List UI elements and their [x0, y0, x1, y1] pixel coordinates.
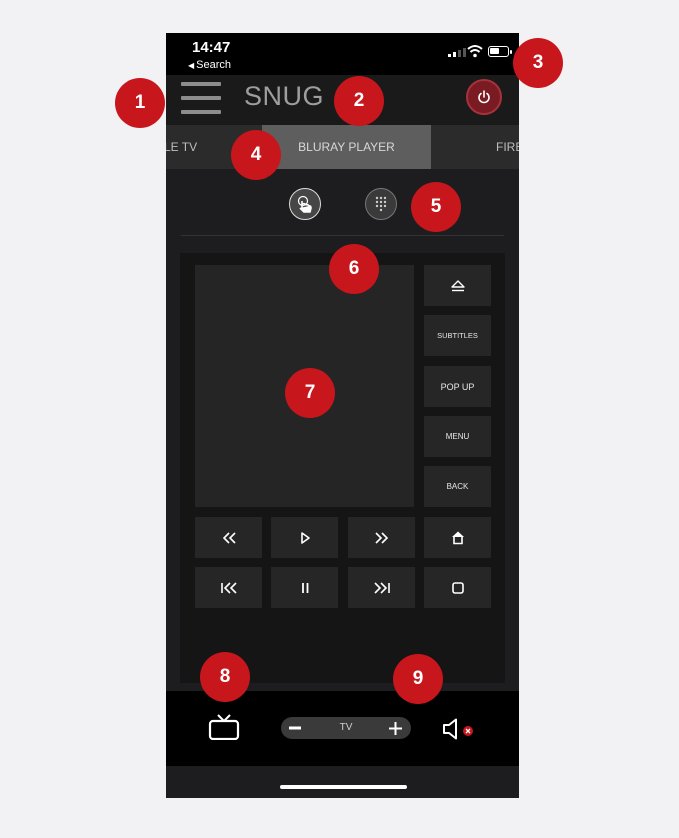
- rewind-icon: [222, 531, 236, 544]
- callout-badge: 4: [231, 130, 281, 180]
- tv-icon[interactable]: [208, 714, 240, 740]
- minus-icon: [289, 726, 301, 730]
- stop-button[interactable]: [424, 567, 491, 608]
- back-arrow-icon: ◀: [188, 61, 195, 70]
- volume-down-button[interactable]: [287, 717, 303, 739]
- plus-icon: [388, 721, 402, 735]
- tab-next-device[interactable]: FIRE: [496, 125, 519, 169]
- menu-button[interactable]: MENU: [424, 416, 491, 457]
- back-search-label: Search: [196, 59, 232, 71]
- touch-icon: [297, 195, 312, 213]
- skip-back-button[interactable]: [195, 567, 262, 608]
- home-indicator-area: [166, 766, 519, 798]
- callout-badge: 3: [513, 38, 563, 88]
- volume-control: TV: [281, 717, 411, 739]
- callout-badge: 7: [285, 368, 335, 418]
- keypad-mode-button[interactable]: [365, 188, 397, 220]
- play-icon: [300, 531, 310, 544]
- callout-badge: 9: [393, 654, 443, 704]
- fast-forward-icon: [374, 531, 388, 544]
- skip-back-icon: [220, 581, 237, 594]
- back-label: BACK: [446, 482, 469, 491]
- eject-button[interactable]: [424, 265, 491, 306]
- callout-badge: 6: [329, 244, 379, 294]
- back-button[interactable]: BACK: [424, 466, 491, 507]
- wifi-icon: [467, 45, 483, 58]
- status-bar: 14:47 ◀ Search: [166, 33, 519, 75]
- home-button[interactable]: [424, 517, 491, 558]
- tab-previous-device[interactable]: LE TV: [166, 125, 197, 169]
- callout-badge: 8: [200, 652, 250, 702]
- subtitles-button[interactable]: SUBTITLES: [424, 315, 491, 356]
- back-to-search-link[interactable]: ◀ Search: [188, 59, 231, 71]
- hamburger-icon[interactable]: [181, 82, 221, 114]
- touchpad-mode-button[interactable]: [289, 188, 321, 220]
- pop-up-button[interactable]: POP UP: [424, 366, 491, 407]
- menu-label: MENU: [445, 432, 470, 441]
- battery-icon: [488, 46, 512, 57]
- room-title: SNUG: [244, 81, 325, 111]
- fast-forward-button[interactable]: [348, 517, 415, 558]
- status-time: 14:47: [192, 39, 231, 56]
- pause-button[interactable]: [271, 567, 338, 608]
- home-indicator[interactable]: [280, 785, 407, 789]
- home-icon: [451, 531, 464, 545]
- rewind-button[interactable]: [195, 517, 262, 558]
- pop-up-label: POP UP: [440, 381, 475, 392]
- power-button[interactable]: [466, 79, 502, 115]
- eject-icon: [450, 279, 465, 291]
- bottom-control-bar: TV: [166, 691, 519, 766]
- device-tabs: LE TV BLURAY PLAYER FIRE: [166, 125, 519, 169]
- callout-badge: 1: [115, 78, 165, 128]
- power-icon: [478, 90, 490, 104]
- volume-up-button[interactable]: [384, 717, 406, 739]
- control-mode-row: [166, 169, 519, 237]
- divider: [181, 235, 504, 236]
- keypad-icon: [375, 196, 387, 212]
- skip-forward-button[interactable]: [348, 567, 415, 608]
- signal-icon: [448, 47, 466, 57]
- play-button[interactable]: [271, 517, 338, 558]
- skip-forward-icon: [373, 581, 390, 594]
- subtitles-label: SUBTITLES: [437, 331, 478, 340]
- tab-bluray-player[interactable]: BLURAY PLAYER: [262, 125, 431, 169]
- callout-badge: 2: [334, 76, 384, 126]
- stop-icon: [451, 581, 464, 594]
- mute-icon[interactable]: [442, 718, 482, 740]
- pause-icon: [301, 582, 308, 593]
- callout-badge: 5: [411, 182, 461, 232]
